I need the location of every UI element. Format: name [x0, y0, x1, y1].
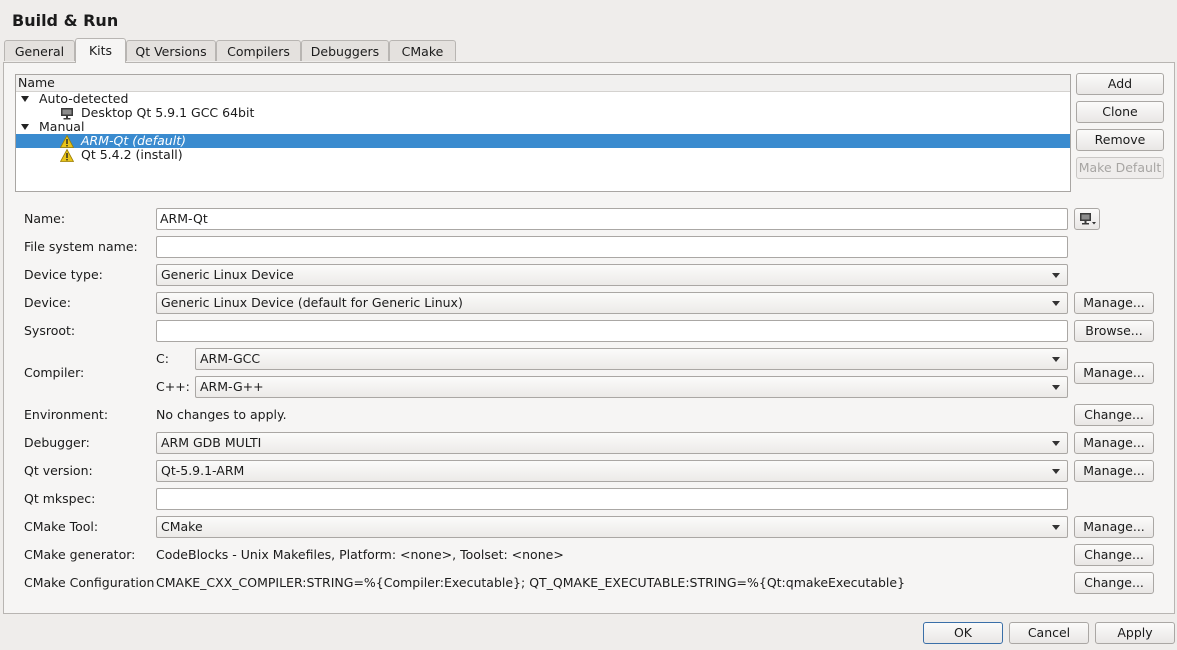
- compiler-c-value: ARM-GCC: [200, 351, 261, 366]
- chevron-down-icon: [1052, 357, 1060, 362]
- cmake-generator-value: CodeBlocks - Unix Makefiles, Platform: <…: [156, 547, 564, 562]
- debugger-value: ARM GDB MULTI: [161, 435, 262, 450]
- device-combo[interactable]: Generic Linux Device (default for Generi…: [156, 292, 1068, 314]
- sysroot-label: Sysroot:: [24, 323, 76, 338]
- compiler-manage-button[interactable]: Manage...: [1074, 362, 1154, 384]
- cancel-button[interactable]: Cancel: [1009, 622, 1089, 644]
- environment-value: No changes to apply.: [156, 407, 287, 422]
- cmake-tool-combo[interactable]: CMake: [156, 516, 1068, 538]
- name-label: Name:: [24, 211, 66, 226]
- device-type-label: Device type:: [24, 267, 103, 282]
- tab-qt-versions[interactable]: Qt Versions: [126, 40, 216, 61]
- monitor-dropdown-icon: [1080, 213, 1096, 225]
- debugger-manage-button[interactable]: Manage...: [1074, 432, 1154, 454]
- tree-header: Name: [16, 75, 1070, 92]
- debugger-label: Debugger:: [24, 435, 90, 450]
- warning-icon: [60, 135, 74, 148]
- compiler-c-combo[interactable]: ARM-GCC: [195, 348, 1068, 370]
- tab-compilers[interactable]: Compilers: [216, 40, 301, 61]
- tree-item-qt542-kit[interactable]: Qt 5.4.2 (install): [16, 148, 1070, 162]
- chevron-down-icon: [1052, 441, 1060, 446]
- sysroot-input[interactable]: [156, 320, 1068, 342]
- chevron-down-icon: [1052, 273, 1060, 278]
- device-icon-selector-button[interactable]: [1074, 208, 1100, 230]
- chevron-down-icon: [1052, 469, 1060, 474]
- qtversion-value: Qt-5.9.1-ARM: [161, 463, 245, 478]
- fsname-label: File system name:: [24, 239, 138, 254]
- cmake-tool-value: CMake: [161, 519, 203, 534]
- tab-general[interactable]: General: [4, 40, 75, 61]
- fsname-input[interactable]: [156, 236, 1068, 258]
- remove-kit-button[interactable]: Remove: [1076, 129, 1164, 151]
- cmake-config-change-button[interactable]: Change...: [1074, 572, 1154, 594]
- tab-cmake[interactable]: CMake: [389, 40, 456, 61]
- mkspec-label: Qt mkspec:: [24, 491, 96, 506]
- device-manage-button[interactable]: Manage...: [1074, 292, 1154, 314]
- qtversion-manage-button[interactable]: Manage...: [1074, 460, 1154, 482]
- tab-kits[interactable]: Kits: [75, 38, 126, 63]
- clone-kit-button[interactable]: Clone: [1076, 101, 1164, 123]
- tree-item-desktop-kit[interactable]: Desktop Qt 5.9.1 GCC 64bit: [16, 106, 1070, 120]
- qtversion-combo[interactable]: Qt-5.9.1-ARM: [156, 460, 1068, 482]
- compiler-cpp-value: ARM-G++: [200, 379, 264, 394]
- device-type-value: Generic Linux Device: [161, 267, 294, 282]
- cmake-tool-label: CMake Tool:: [24, 519, 99, 534]
- tree-group-manual[interactable]: Manual: [16, 120, 1070, 134]
- make-default-button[interactable]: Make Default: [1076, 157, 1164, 179]
- compiler-cpp-label: C++:: [156, 379, 190, 394]
- tree-item-label: Desktop Qt 5.9.1 GCC 64bit: [81, 105, 255, 120]
- device-type-combo[interactable]: Generic Linux Device: [156, 264, 1068, 286]
- window-title: Build & Run: [12, 11, 119, 30]
- warning-icon: [60, 149, 74, 162]
- debugger-combo[interactable]: ARM GDB MULTI: [156, 432, 1068, 454]
- apply-button[interactable]: Apply: [1095, 622, 1175, 644]
- compiler-c-label: C:: [156, 351, 169, 366]
- device-value: Generic Linux Device (default for Generi…: [161, 295, 463, 310]
- tab-debuggers[interactable]: Debuggers: [301, 40, 389, 61]
- environment-change-button[interactable]: Change...: [1074, 404, 1154, 426]
- chevron-down-icon: [1052, 385, 1060, 390]
- ok-button[interactable]: OK: [923, 622, 1003, 644]
- expand-arrow-icon[interactable]: [21, 96, 29, 102]
- name-input[interactable]: ARM-Qt: [156, 208, 1068, 230]
- environment-label: Environment:: [24, 407, 109, 422]
- cmake-tool-manage-button[interactable]: Manage...: [1074, 516, 1154, 538]
- tree-item-label: ARM-Qt (default): [81, 133, 186, 148]
- kits-panel: Name Auto-detected Desktop Qt 5.9.1 GCC …: [3, 62, 1175, 614]
- cmake-config-label: CMake Configuration: [24, 575, 155, 590]
- cmake-config-value: CMAKE_CXX_COMPILER:STRING=%{Compiler:Exe…: [156, 575, 906, 590]
- chevron-down-icon: [1052, 525, 1060, 530]
- mkspec-input[interactable]: [156, 488, 1068, 510]
- tree-group-label: Manual: [39, 119, 85, 134]
- cmake-generator-label: CMake generator:: [24, 547, 136, 562]
- tree-group-label: Auto-detected: [39, 91, 129, 106]
- tree-group-auto-detected[interactable]: Auto-detected: [16, 92, 1070, 106]
- chevron-down-icon: [1052, 301, 1060, 306]
- add-kit-button[interactable]: Add: [1076, 73, 1164, 95]
- kits-tree[interactable]: Name Auto-detected Desktop Qt 5.9.1 GCC …: [15, 74, 1071, 192]
- device-label: Device:: [24, 295, 71, 310]
- qtversion-label: Qt version:: [24, 463, 93, 478]
- expand-arrow-icon[interactable]: [21, 124, 29, 130]
- compiler-cpp-combo[interactable]: ARM-G++: [195, 376, 1068, 398]
- cmake-generator-change-button[interactable]: Change...: [1074, 544, 1154, 566]
- tree-item-arm-qt-kit[interactable]: ARM-Qt (default): [16, 134, 1070, 148]
- tree-item-label: Qt 5.4.2 (install): [81, 147, 183, 162]
- sysroot-browse-button[interactable]: Browse...: [1074, 320, 1154, 342]
- compiler-label: Compiler:: [24, 365, 85, 380]
